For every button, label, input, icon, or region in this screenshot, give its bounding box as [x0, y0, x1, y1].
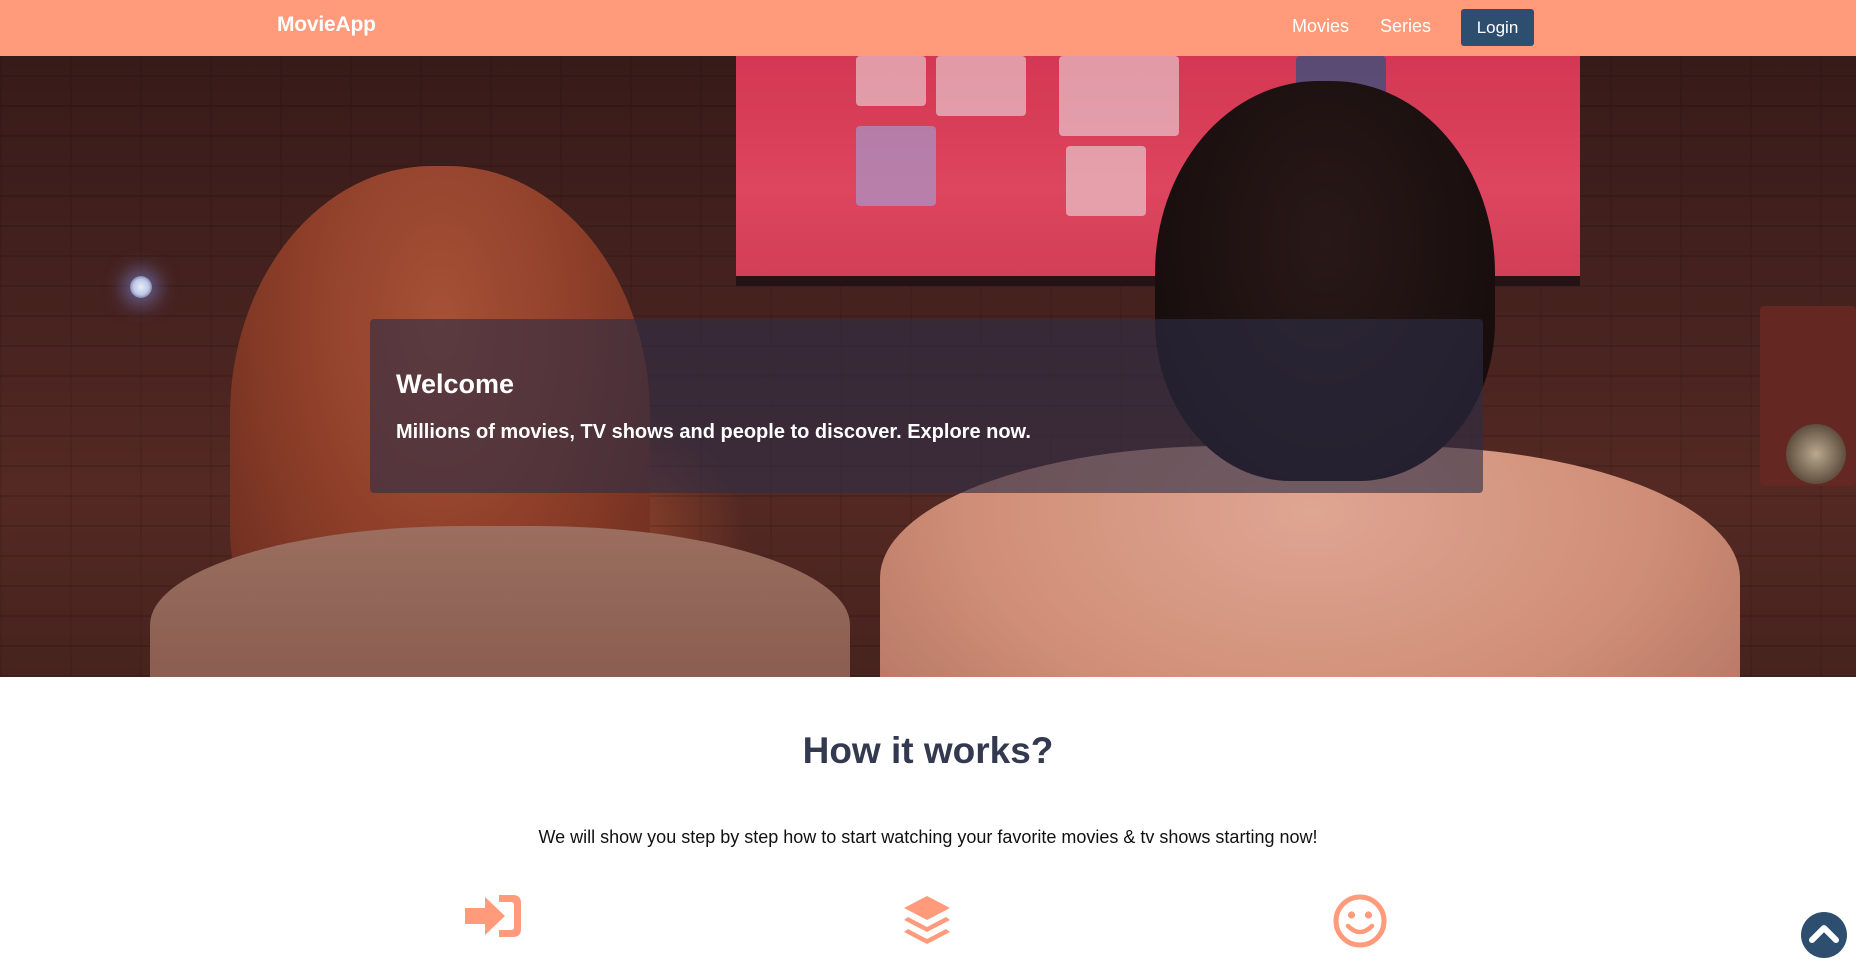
- how-it-works-title: How it works?: [802, 730, 1054, 771]
- nav-link-series[interactable]: Series: [1380, 16, 1431, 37]
- welcome-title: Welcome: [396, 369, 515, 399]
- how-it-works-description: We will show you step by step how to sta…: [538, 827, 1318, 847]
- chevron-up-icon: [1809, 922, 1839, 949]
- welcome-box: Welcome Millions of movies, TV shows and…: [370, 319, 1483, 493]
- brand-logo[interactable]: MovieApp: [277, 13, 376, 37]
- sign-in-icon: [465, 893, 523, 944]
- smile-icon: [1332, 893, 1388, 954]
- scroll-to-top-button[interactable]: [1801, 912, 1847, 958]
- layers-icon: [902, 893, 952, 954]
- navbar: MovieApp Movies Series Login: [0, 0, 1856, 56]
- welcome-subtitle: Millions of movies, TV shows and people …: [396, 421, 1031, 443]
- login-button[interactable]: Login: [1461, 9, 1534, 46]
- hero-section: Welcome Millions of movies, TV shows and…: [0, 56, 1856, 677]
- nav-link-movies[interactable]: Movies: [1292, 16, 1349, 37]
